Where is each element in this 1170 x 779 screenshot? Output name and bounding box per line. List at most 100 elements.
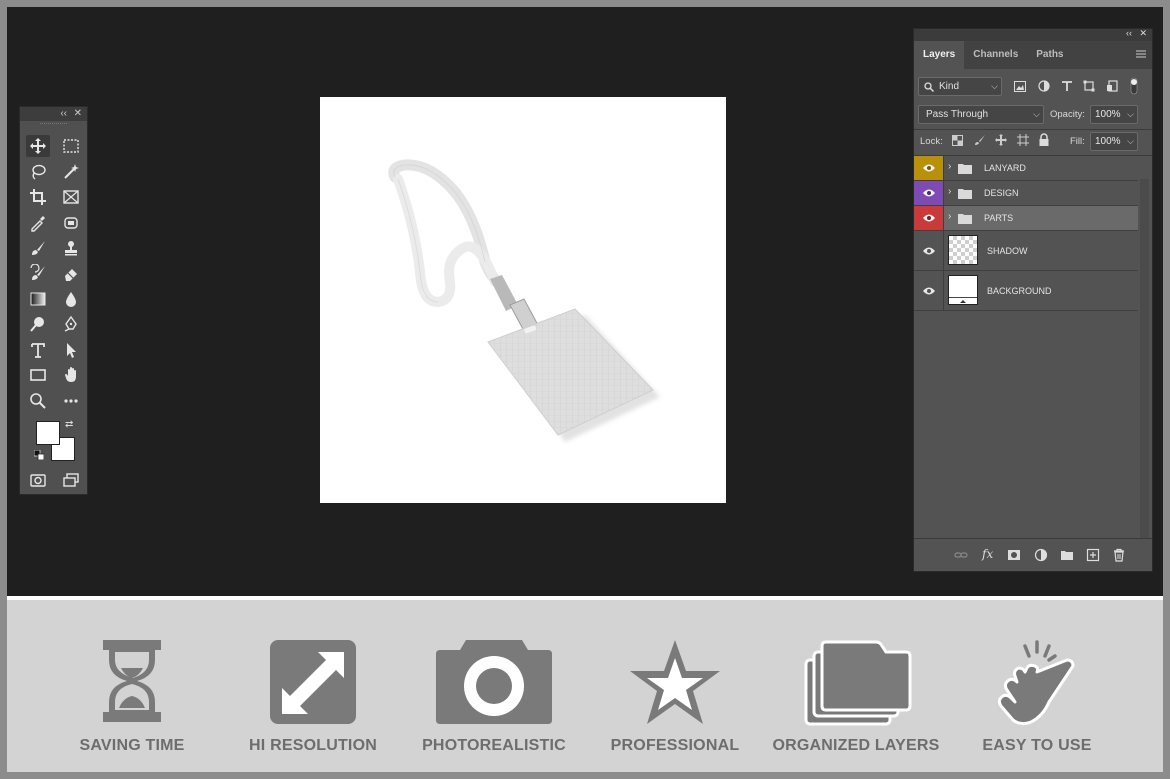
document-canvas[interactable] (320, 97, 726, 503)
blend-mode-select[interactable]: Pass Through ⌵ (918, 105, 1044, 124)
lanyard-badge-mockup (388, 159, 660, 442)
default-colors-icon[interactable] (34, 450, 44, 460)
stacked-folders-icon (804, 640, 912, 726)
layer-thumbnail (948, 235, 978, 265)
layer-name: LANYARD (984, 163, 1026, 173)
new-group-icon[interactable] (1060, 548, 1074, 562)
layer-thumbnail (948, 275, 978, 305)
feature-bar: SAVING TIME HI RESOLUTION PHOTOREALISTIC… (7, 600, 1163, 772)
lock-label: Lock: (920, 136, 943, 147)
expand-chevron-icon[interactable]: › (948, 161, 951, 172)
swap-colors-icon[interactable]: ⇄ (65, 419, 73, 430)
crop-tool-icon[interactable] (26, 186, 50, 208)
more-tools-icon[interactable] (59, 390, 83, 412)
tap-hand-icon (997, 640, 1075, 726)
collapse-icon[interactable]: ‹‹ (60, 107, 67, 121)
camera-icon (436, 640, 552, 724)
screen-mode-icon[interactable] (59, 469, 83, 491)
eraser-tool-icon[interactable] (59, 262, 83, 284)
visibility-eye-icon[interactable] (922, 163, 936, 173)
filter-adjustment-icon[interactable] (1038, 80, 1050, 92)
panel-grip[interactable] (40, 123, 67, 128)
collapse-icon[interactable]: ‹‹ (1126, 28, 1132, 38)
opacity-input[interactable]: 100% ⌵ (1090, 105, 1138, 124)
lock-pixels-icon[interactable] (974, 134, 986, 146)
panel-titlebar: ‹‹ ✕ (914, 28, 1152, 41)
blend-mode-value: Pass Through (926, 109, 989, 120)
link-layers-icon[interactable] (954, 548, 968, 562)
marquee-tool-icon[interactable] (59, 135, 83, 157)
move-tool-icon[interactable] (26, 135, 50, 157)
layers-panel: ‹‹ ✕ Layers Channels Paths Kind ⌵ Pass T… (913, 28, 1153, 572)
zoom-tool-icon[interactable] (26, 390, 50, 412)
filter-shape-icon[interactable] (1083, 80, 1095, 92)
tab-layers[interactable]: Layers (914, 41, 965, 69)
pen-tool-icon[interactable] (59, 313, 83, 335)
new-layer-icon[interactable] (1086, 548, 1100, 562)
lasso-tool-icon[interactable] (26, 161, 50, 183)
layer-row-shadow[interactable]: SHADOW (914, 231, 1138, 271)
dodge-tool-icon[interactable] (26, 313, 50, 335)
type-tool-icon[interactable] (26, 339, 50, 361)
filter-kind-label: Kind (939, 81, 960, 92)
layer-row-parts[interactable]: › PARTS (914, 206, 1138, 231)
chevron-down-icon: ⌵ (991, 81, 998, 91)
visibility-eye-icon[interactable] (922, 213, 936, 223)
tab-channels[interactable]: Channels (964, 41, 1027, 69)
filter-pixel-icon[interactable] (1014, 81, 1026, 92)
panel-menu-icon[interactable] (1136, 49, 1146, 59)
visibility-eye-icon[interactable] (922, 246, 936, 256)
layer-row-design[interactable]: › DESIGN (914, 181, 1138, 206)
lock-position-icon[interactable] (995, 134, 1007, 146)
layer-filter-kind-select[interactable]: Kind ⌵ (918, 77, 1002, 96)
filter-type-icon[interactable] (1061, 80, 1073, 92)
layer-name: DESIGN (984, 188, 1019, 198)
layer-row-background[interactable]: BACKGROUND (914, 271, 1138, 311)
visibility-eye-icon[interactable] (922, 188, 936, 198)
close-icon[interactable]: ✕ (1139, 28, 1147, 39)
photoshop-workspace: ‹‹ ✕ ⇄ ‹‹ ✕ Layers Channels Paths Kind ⌵… (7, 7, 1163, 596)
fill-input[interactable]: 100% ⌵ (1090, 132, 1138, 151)
adjustment-layer-icon[interactable] (1034, 548, 1048, 562)
trash-icon[interactable] (1112, 548, 1126, 562)
rectangle-tool-icon[interactable] (26, 364, 50, 386)
chevron-down-icon[interactable]: ⌵ (1127, 106, 1134, 123)
eyedropper-tool-icon[interactable] (26, 212, 50, 234)
layers-scrollbar[interactable] (1140, 179, 1149, 549)
folder-icon (958, 189, 972, 199)
tools-panel: ‹‹ ✕ ⇄ (19, 106, 88, 495)
chevron-down-icon[interactable]: ⌵ (1127, 133, 1134, 150)
expand-chevron-icon[interactable]: › (948, 186, 951, 197)
lock-all-icon[interactable] (1039, 133, 1049, 146)
feature-hi-resolution: HI RESOLUTION (223, 600, 403, 772)
gradient-tool-icon[interactable] (26, 288, 50, 310)
filter-toggle-icon[interactable] (1130, 77, 1138, 95)
search-icon (924, 82, 934, 92)
layer-row-lanyard[interactable]: › LANYARD (914, 156, 1138, 181)
filter-smart-object-icon[interactable] (1106, 80, 1118, 92)
feature-saving-time: SAVING TIME (42, 600, 222, 772)
feature-label: SAVING TIME (79, 737, 185, 754)
foreground-color-swatch-top[interactable] (36, 421, 60, 445)
expand-chevron-icon[interactable]: › (948, 211, 951, 222)
stamp-tool-icon[interactable] (59, 237, 83, 259)
lock-artboard-icon[interactable] (1017, 134, 1029, 146)
blur-tool-icon[interactable] (59, 288, 83, 310)
magic-wand-tool-icon[interactable] (59, 161, 83, 183)
add-mask-icon[interactable] (1007, 548, 1021, 562)
patch-tool-icon[interactable] (59, 212, 83, 234)
hourglass-icon (103, 640, 161, 722)
rotate-view-tool-icon[interactable] (59, 364, 83, 386)
history-brush-tool-icon[interactable] (26, 262, 50, 284)
layer-name: PARTS (984, 213, 1014, 223)
close-icon[interactable]: ✕ (74, 107, 82, 121)
lock-transparent-icon[interactable] (952, 135, 963, 146)
quick-mask-icon[interactable] (26, 469, 50, 491)
visibility-eye-icon[interactable] (922, 286, 936, 296)
fill-label: Fill: (1070, 136, 1085, 147)
frame-tool-icon[interactable] (59, 186, 83, 208)
tab-paths[interactable]: Paths (1027, 41, 1072, 69)
fx-icon[interactable]: fx (982, 547, 993, 561)
path-select-tool-icon[interactable] (59, 339, 83, 361)
brush-tool-icon[interactable] (26, 237, 50, 259)
